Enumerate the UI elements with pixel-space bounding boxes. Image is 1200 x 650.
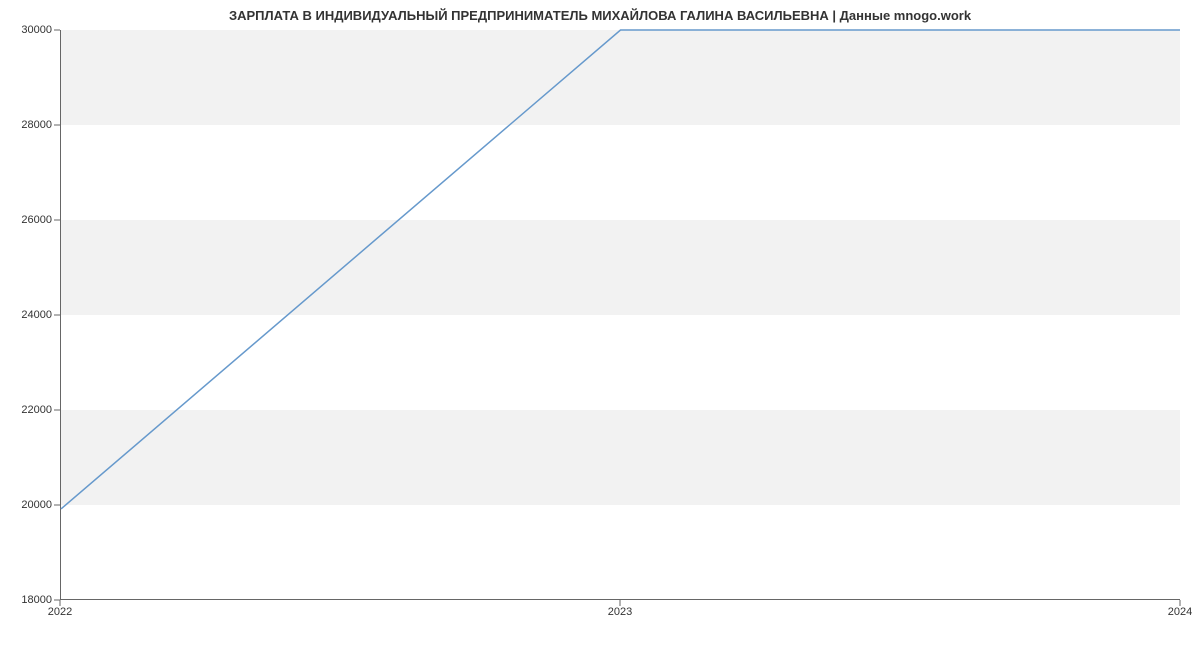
salary-line bbox=[61, 30, 1180, 509]
x-tick-mark bbox=[60, 600, 61, 606]
x-tick-mark bbox=[620, 600, 621, 606]
y-tick-label: 26000 bbox=[6, 214, 52, 226]
chart-title: ЗАРПЛАТА В ИНДИВИДУАЛЬНЫЙ ПРЕДПРИНИМАТЕЛ… bbox=[0, 8, 1200, 23]
chart-container: ЗАРПЛАТА В ИНДИВИДУАЛЬНЫЙ ПРЕДПРИНИМАТЕЛ… bbox=[0, 0, 1200, 650]
y-tick-label: 18000 bbox=[6, 594, 52, 606]
x-tick-label: 2022 bbox=[48, 606, 72, 618]
y-tick-label: 30000 bbox=[6, 24, 52, 36]
y-tick-label: 20000 bbox=[6, 499, 52, 511]
y-tick-label: 28000 bbox=[6, 119, 52, 131]
y-tick-label: 24000 bbox=[6, 309, 52, 321]
line-layer bbox=[61, 30, 1180, 599]
plot-area bbox=[60, 30, 1180, 600]
y-tick-label: 22000 bbox=[6, 404, 52, 416]
x-tick-mark bbox=[1180, 600, 1181, 606]
x-tick-label: 2023 bbox=[608, 606, 632, 618]
x-tick-label: 2024 bbox=[1168, 606, 1192, 618]
